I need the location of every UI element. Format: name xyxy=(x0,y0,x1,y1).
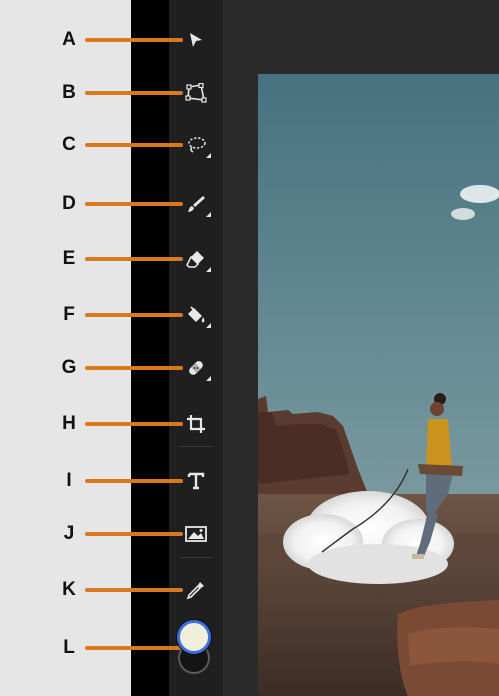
callout-letter: G xyxy=(61,357,77,378)
tool-brush[interactable] xyxy=(181,189,211,219)
callout-c: C xyxy=(0,130,190,160)
callout-a: A xyxy=(0,25,190,55)
callout-letter: L xyxy=(63,637,75,658)
submenu-indicator-icon xyxy=(206,267,211,272)
callout-line xyxy=(85,143,183,147)
tool-select[interactable] xyxy=(181,25,211,55)
callout-g: G xyxy=(0,353,190,383)
submenu-indicator-icon xyxy=(206,323,211,328)
image-icon xyxy=(185,526,207,542)
tool-eyedropper[interactable] xyxy=(181,575,211,605)
toolbar-divider xyxy=(180,557,212,558)
color-swatches[interactable] xyxy=(175,620,215,680)
tool-healing[interactable] xyxy=(181,353,211,383)
callout-line xyxy=(85,588,183,592)
callout-line xyxy=(85,366,183,370)
callout-e: E xyxy=(0,244,190,274)
foreground-color-swatch[interactable] xyxy=(177,620,211,654)
canvas-photo-illustration xyxy=(258,74,499,696)
submenu-indicator-icon xyxy=(206,212,211,217)
canvas-image[interactable] xyxy=(258,74,499,696)
arrow-cursor-icon xyxy=(190,33,202,47)
tool-crop[interactable] xyxy=(181,409,211,439)
tool-place-image[interactable] xyxy=(181,519,211,549)
callout-letter: B xyxy=(62,82,76,103)
callout-letter: F xyxy=(63,304,75,325)
callout-line xyxy=(85,38,183,42)
callout-f: F xyxy=(0,300,190,330)
paint-bucket-icon xyxy=(188,306,205,323)
brush-icon xyxy=(188,196,205,212)
callout-line xyxy=(85,313,183,317)
callout-k: K xyxy=(0,575,190,605)
eyedropper-icon xyxy=(186,582,204,600)
callout-l: L xyxy=(0,633,190,663)
callout-letter: D xyxy=(62,193,76,214)
callout-b: B xyxy=(0,78,190,108)
tool-eraser[interactable] xyxy=(181,244,211,274)
callout-line xyxy=(85,202,183,206)
tool-fill[interactable] xyxy=(181,300,211,330)
callout-line xyxy=(85,422,183,426)
callout-letter: K xyxy=(62,579,76,600)
transform-quad-icon xyxy=(185,83,207,103)
callout-j: J xyxy=(0,519,190,549)
crop-icon xyxy=(187,415,205,433)
type-icon xyxy=(187,472,205,490)
callout-h: H xyxy=(0,409,190,439)
lasso-icon xyxy=(188,137,206,153)
callout-line xyxy=(85,257,183,261)
callout-line xyxy=(85,646,183,650)
callout-letter: H xyxy=(62,413,76,434)
callout-letter: I xyxy=(66,470,72,491)
bandage-icon xyxy=(189,361,203,375)
callout-letter: C xyxy=(62,134,76,155)
callout-letter: E xyxy=(62,248,76,269)
submenu-indicator-icon xyxy=(206,376,211,381)
tool-transform[interactable] xyxy=(181,78,211,108)
callout-line xyxy=(85,479,183,483)
callout-letter: J xyxy=(63,523,75,544)
tool-type[interactable] xyxy=(181,466,211,496)
submenu-indicator-icon xyxy=(206,153,211,158)
toolbar-divider xyxy=(180,446,212,447)
eraser-icon xyxy=(186,251,204,268)
callout-d: D xyxy=(0,189,190,219)
tool-lasso[interactable] xyxy=(181,130,211,160)
callout-line xyxy=(85,532,183,536)
callout-i: I xyxy=(0,466,190,496)
callout-letter: A xyxy=(62,29,76,50)
callout-line xyxy=(85,91,183,95)
